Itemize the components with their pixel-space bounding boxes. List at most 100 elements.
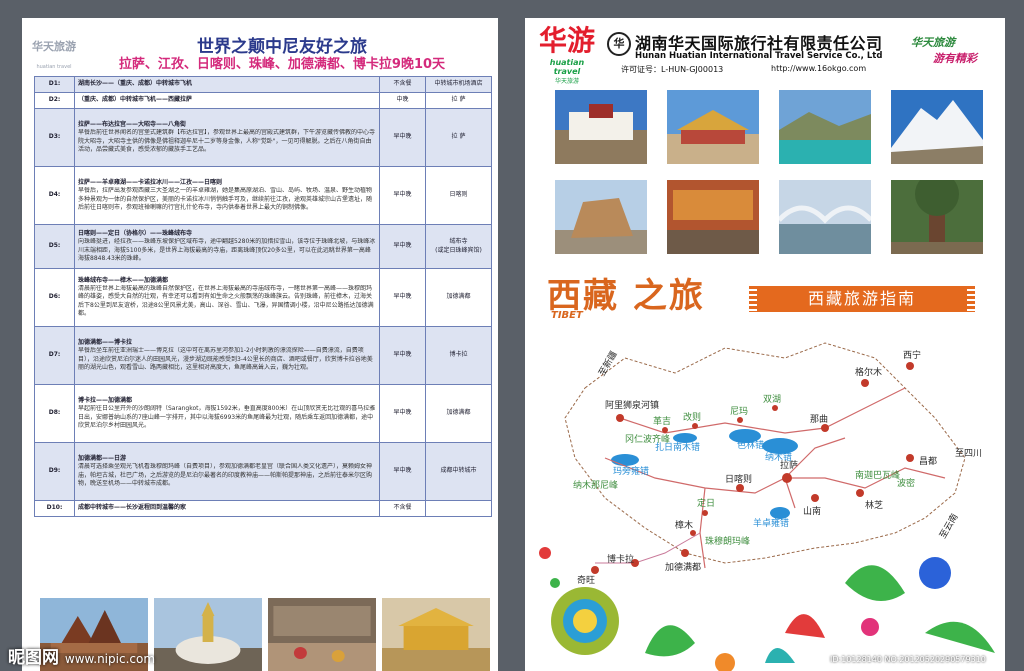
day-cell: D7: bbox=[34, 326, 75, 385]
label-xining: 西宁 bbox=[903, 349, 921, 361]
golden-temple-photo bbox=[382, 598, 490, 671]
route-desc: 向珠峰挺进，经拉孜——珠峰东坡保护区域布寺，途中翻越5280米的加措拉雪山，该寺… bbox=[78, 238, 376, 262]
day-cell: D1: bbox=[34, 76, 75, 93]
website-link[interactable]: http://www.16okgo.com bbox=[771, 64, 866, 73]
route-cell: （重庆、成都）中转城市飞机——西藏拉萨 bbox=[74, 92, 380, 109]
label-ali: 阿里狮泉河镇 bbox=[605, 399, 659, 411]
company-emblem-icon: 华 bbox=[607, 32, 631, 56]
logo-cn: 华天旅游 bbox=[554, 78, 579, 85]
stupa-photo bbox=[154, 598, 262, 671]
route-title: 成都中转城市——长沙返程回到温馨的家 bbox=[78, 504, 187, 512]
route-cell: 日喀则——定日（协格尔）——珠峰绒布寺 向珠峰挺进，经拉孜——珠峰东坡保护区域布寺… bbox=[74, 224, 380, 269]
route-title: 加德满都——博卡拉 bbox=[78, 339, 133, 347]
company-name-en: Hunan Huatian International Travel Servi… bbox=[635, 51, 883, 61]
hotel-cell bbox=[425, 500, 492, 517]
marker-ali bbox=[616, 414, 624, 422]
marker-geji bbox=[662, 427, 668, 433]
meal-cell: 不含餐 bbox=[379, 500, 426, 517]
route-title: 拉萨——布达拉宫——大昭寺——八角街 bbox=[78, 121, 187, 129]
label-sichuan: 至四川 bbox=[955, 448, 982, 459]
yamdrok-lake bbox=[770, 507, 790, 519]
page-subtitle: 拉萨、江孜、日喀则、珠峰、加德满都、博卡拉9晚10天 bbox=[118, 57, 446, 72]
day-cell: D5: bbox=[34, 224, 75, 269]
meal-cell: 早中晚 bbox=[379, 442, 426, 501]
huatian-logo-right: 华游 huatian travel 华天旅游 bbox=[537, 24, 597, 86]
label-geji: 革吉 bbox=[653, 415, 671, 427]
logo-mark-text: 华游 bbox=[538, 24, 595, 57]
yamdrok-lake-photo bbox=[779, 90, 871, 164]
slogan-line-1: 华天旅游 bbox=[911, 36, 955, 49]
marker-nagqu bbox=[821, 424, 829, 432]
logo-mark: 华天旅游 bbox=[32, 40, 76, 53]
route-cell: 加德满都——博卡拉 早餐后坐车前往亚洲瑞士——博克拉（这中可在离苏里河参加1-2小… bbox=[74, 326, 380, 385]
license-number: 许可证号：L-HUN-GJ00013 bbox=[621, 65, 724, 74]
meal-cell: 早中晚 bbox=[379, 166, 426, 225]
route-cell: 成都中转城市——长沙返程回到温馨的家 bbox=[74, 500, 380, 517]
hotel-cell: 成都中转城市 bbox=[425, 442, 492, 501]
label-namco: 纳木错 bbox=[765, 451, 792, 463]
route-title: 湖南长沙——（重庆、成都）中转城市飞机 bbox=[78, 80, 193, 88]
route-desc: 早餐后，拉萨出发参观西藏三大圣湖之一的羊卓雍湖，她是集高原湖泊、雪山、岛屿、牧场… bbox=[78, 187, 373, 211]
potala-photo bbox=[555, 90, 647, 164]
marker-rikaze bbox=[736, 484, 744, 492]
meal-cell: 不含餐 bbox=[379, 76, 426, 93]
day-cell: D10: bbox=[34, 500, 75, 517]
route-title: （重庆、成都）中转城市飞机——西藏拉萨 bbox=[78, 96, 193, 104]
left-brochure-page: 华天旅游 huatian travel 世界之颠中尼友好之旅 拉萨、江孜、日喀则… bbox=[22, 18, 498, 671]
tree-photo bbox=[891, 180, 983, 254]
watermark-right: ID:10128140 NO:20120520290579310 bbox=[830, 655, 986, 664]
everest-photo bbox=[891, 90, 983, 164]
label-bomi: 波密 bbox=[897, 477, 915, 489]
label-shuanghu: 双湖 bbox=[763, 394, 781, 405]
tibet-photo-grid bbox=[555, 90, 983, 254]
hotel-cell: 加德满都 bbox=[425, 268, 492, 327]
hotel-cell: 日喀则 bbox=[425, 166, 492, 225]
meal-cell: 早中晚 bbox=[379, 268, 426, 327]
zharinam-lake bbox=[673, 433, 697, 443]
market-photo bbox=[268, 598, 376, 671]
itinerary-row: D2: （重庆、成都）中转城市飞机——西藏拉萨 中晚拉 萨 bbox=[34, 92, 492, 109]
marker-nima bbox=[737, 417, 743, 423]
day-cell: D4: bbox=[34, 166, 75, 225]
jokhang-photo bbox=[667, 90, 759, 164]
itinerary-row: D8: 博卡拉——加德满都 早起前往日公里开外的沙朗阔特（Sarangkot，海拔1… bbox=[34, 384, 492, 443]
label-gangren: 冈仁波齐峰 bbox=[625, 433, 670, 445]
hotel-cell: 拉 萨 bbox=[425, 108, 492, 167]
meal-cell: 早中晚 bbox=[379, 384, 426, 443]
marker-gaize bbox=[692, 423, 698, 429]
meal-cell: 早中晚 bbox=[379, 224, 426, 269]
route-desc: 早餐后坐车前往亚洲瑞士——博克拉（这中可在离苏里河参加1-2小时刺激的漂流探险—… bbox=[78, 347, 373, 371]
logo-mark-right: 华游 bbox=[537, 24, 597, 58]
label-naimu: 纳木那尼峰 bbox=[573, 479, 618, 491]
logo-sub: huatian travel bbox=[36, 64, 72, 70]
label-selin: 色林错 bbox=[737, 439, 764, 451]
day-cell: D8: bbox=[34, 384, 75, 443]
hotel-cell: 加德满都 bbox=[425, 384, 492, 443]
label-nanjiabawa: 南迦巴瓦峰 bbox=[855, 469, 900, 481]
route-title: 日喀则——定日（协格尔）——珠峰绒布寺 bbox=[78, 230, 193, 238]
namco-lake bbox=[762, 438, 798, 454]
meal-cell: 早中晚 bbox=[379, 108, 426, 167]
label-xinjiang: 至新疆 bbox=[596, 349, 620, 378]
itinerary-row: D10: 成都中转城市——长沙返程回到温馨的家 不含餐 bbox=[34, 500, 492, 517]
right-brochure-page: 华游 huatian travel 华天旅游 华 湖南华天国际旅行社有限责任公司… bbox=[525, 18, 1005, 671]
label-mapam: 玛旁雍错 bbox=[613, 465, 649, 477]
street-photo bbox=[667, 180, 759, 254]
label-tingri: 定日 bbox=[697, 497, 715, 509]
day-cell: D6: bbox=[34, 268, 75, 327]
marker-shannan bbox=[811, 494, 819, 502]
mapam-lake bbox=[611, 454, 639, 466]
route-cell: 珠峰绒布寺——樟木——加德满都 清晨前往世界上海拔最高的珠峰自然保护区，在世界上海… bbox=[74, 268, 380, 327]
logo-en: huatian travel bbox=[549, 58, 585, 76]
route-title: 加德满都——日游 bbox=[78, 455, 127, 463]
route-title: 拉萨——羊卓雍湖——卡诺拉冰川——江孜——日喀则 bbox=[78, 179, 223, 187]
itinerary-row: D7: 加德满都——博卡拉 早餐后坐车前往亚洲瑞士——博克拉（这中可在离苏里河参加1… bbox=[34, 326, 492, 385]
day-cell: D3: bbox=[34, 108, 75, 167]
route-desc: 清晨可选择乘坐观光飞机看珠穆朗玛峰（自费项目），参观加德满都老皇宫（联合国人类文… bbox=[78, 463, 373, 487]
hotel-cell: 中转城市机场酒店 bbox=[425, 76, 492, 93]
route-cell: 湖南长沙——（重庆、成都）中转城市飞机 bbox=[74, 76, 380, 93]
marker-linzhi bbox=[856, 489, 864, 497]
label-geermu: 格尔木 bbox=[855, 366, 882, 378]
route-desc: 早餐后前往世界闻名的宫堡式建筑群【布达拉宫】，参观世界上最高的宫殿式建筑群，下午… bbox=[78, 129, 376, 153]
marker-geermu bbox=[861, 379, 869, 387]
